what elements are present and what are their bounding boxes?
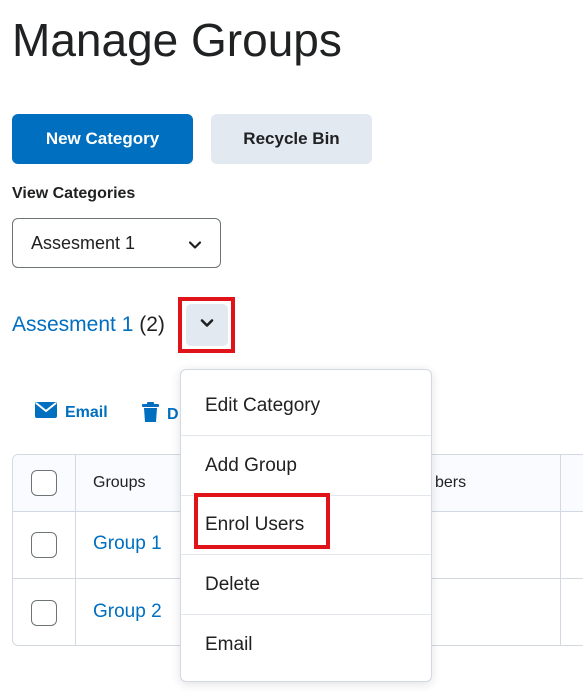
- group-link[interactable]: Group 1: [93, 533, 162, 555]
- trash-icon: [142, 402, 159, 427]
- email-action-label: Email: [65, 403, 108, 421]
- chevron-down-icon: [188, 236, 202, 257]
- category-count: (2): [139, 313, 165, 336]
- view-categories-label: View Categories: [12, 185, 136, 202]
- select-all-checkbox[interactable]: [31, 470, 57, 496]
- delete-action[interactable]: D: [142, 402, 179, 427]
- envelope-icon: [35, 402, 57, 423]
- delete-action-label: D: [167, 405, 179, 423]
- category-menu-button[interactable]: [185, 304, 228, 346]
- groups-column-header: Groups: [93, 474, 146, 491]
- column-divider: [75, 455, 76, 645]
- row-checkbox[interactable]: [31, 600, 57, 626]
- recycle-bin-button[interactable]: Recycle Bin: [211, 114, 372, 164]
- group-link[interactable]: Group 2: [93, 601, 162, 623]
- category-link[interactable]: Assesment 1: [12, 313, 133, 336]
- new-category-button[interactable]: New Category: [12, 114, 193, 164]
- enrol-users-highlight: [194, 493, 330, 549]
- email-action[interactable]: Email: [35, 402, 108, 423]
- menu-item-delete[interactable]: Delete: [181, 556, 431, 615]
- menu-item-add-group[interactable]: Add Group: [181, 437, 431, 496]
- row-checkbox[interactable]: [31, 532, 57, 558]
- category-heading: Assesment 1 (2): [12, 313, 165, 337]
- page-title: Manage Groups: [12, 14, 342, 66]
- chevron-down-icon: [199, 315, 215, 336]
- column-divider: [560, 455, 561, 645]
- menu-item-email[interactable]: Email: [181, 615, 431, 674]
- category-menu-highlight: [178, 297, 235, 353]
- members-column-header: bers: [435, 474, 467, 491]
- view-categories-select[interactable]: Assesment 1: [12, 218, 221, 268]
- menu-item-edit-category[interactable]: Edit Category: [181, 377, 431, 436]
- view-categories-value: Assesment 1: [31, 232, 136, 253]
